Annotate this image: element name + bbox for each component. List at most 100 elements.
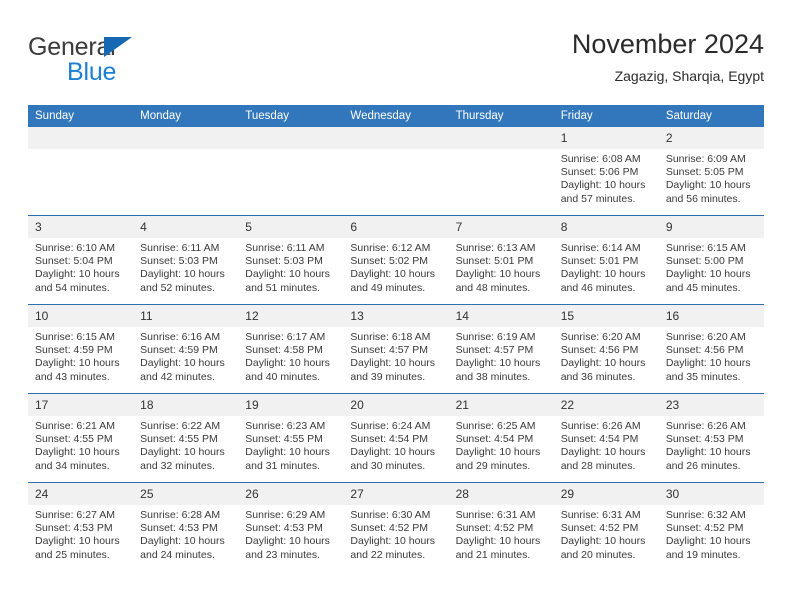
day-sun-info: Sunrise: 6:11 AM Sunset: 5:03 PM Daylight:…: [133, 238, 238, 295]
calendar-day-cell[interactable]: 18 Sunrise: 6:22 AM Sunset: 4:55 PM Dayligh…: [133, 393, 239, 483]
day-number: 15: [553, 305, 659, 327]
calendar-day-cell[interactable]: 28 Sunrise: 6:31 AM Sunset: 4:52 PM Dayligh…: [448, 482, 554, 571]
calendar-day-cell[interactable]: 7 Sunrise: 6:13 AM Sunset: 5:01 PM Daylight…: [448, 215, 554, 305]
calendar-day-cell[interactable]: 16 Sunrise: 6:20 AM Sunset: 4:56 PM Dayligh…: [658, 304, 764, 394]
daylight-text-line1: Daylight: 10 hours: [665, 535, 751, 548]
calendar-day-cell[interactable]: 2 Sunrise: 6:09 AM Sunset: 5:05 PM Daylight…: [658, 127, 764, 216]
day-number: 6: [343, 216, 449, 238]
day-number: 1: [553, 127, 659, 149]
sunrise-text: Sunrise: 6:16 AM: [140, 331, 221, 343]
calendar-day-cell[interactable]: 23 Sunrise: 6:26 AM Sunset: 4:53 PM Dayligh…: [658, 393, 764, 483]
sunset-text: Sunset: 4:53 PM: [140, 522, 218, 535]
sunrise-text: Sunrise: 6:10 AM: [35, 242, 115, 254]
calendar-day-cell[interactable]: 5 Sunrise: 6:11 AM Sunset: 5:03 PM Daylight…: [238, 215, 344, 305]
day-sun-info: Sunrise: 6:16 AM Sunset: 4:59 PM Daylight:…: [133, 327, 238, 384]
day-number: 9: [658, 216, 764, 238]
calendar-day-cell[interactable]: 6 Sunrise: 6:12 AM Sunset: 5:02 PM Daylight…: [343, 215, 449, 305]
sunset-text: Sunset: 5:03 PM: [245, 255, 323, 268]
sunset-text: Sunset: 5:01 PM: [560, 255, 639, 268]
calendar-table: Sunday Monday Tuesday Wednesday Thursday…: [28, 105, 764, 571]
day-sun-info: Sunrise: 6:28 AM Sunset: 4:53 PM Daylight:…: [133, 505, 238, 562]
daylight-text-line2: and 46 minutes.: [560, 281, 636, 294]
sunset-text: Sunset: 4:53 PM: [245, 522, 323, 535]
day-number: 20: [343, 394, 449, 416]
daylight-text-line1: Daylight: 10 hours: [350, 268, 436, 281]
day-number: 28: [448, 483, 554, 505]
day-sun-info: Sunrise: 6:17 AM Sunset: 4:58 PM Daylight:…: [238, 327, 343, 384]
calendar-day-cell[interactable]: 17 Sunrise: 6:21 AM Sunset: 4:55 PM Dayligh…: [28, 393, 134, 483]
daylight-text-line2: and 32 minutes.: [140, 459, 215, 472]
daylight-text-line2: and 35 minutes.: [665, 370, 741, 383]
sunrise-text: Sunrise: 6:23 AM: [245, 420, 326, 432]
daylight-text-line2: and 40 minutes.: [245, 370, 320, 383]
calendar-day-cell[interactable]: 3 Sunrise: 6:10 AM Sunset: 5:04 PM Daylight…: [28, 215, 134, 305]
calendar-day-cell[interactable]: 9 Sunrise: 6:15 AM Sunset: 5:00 PM Daylight…: [658, 215, 764, 305]
day-sun-info: Sunrise: 6:26 AM Sunset: 4:54 PM Daylight:…: [554, 416, 659, 473]
day-number: 25: [133, 483, 239, 505]
daylight-text-line1: Daylight: 10 hours: [140, 535, 225, 548]
calendar-day-cell[interactable]: 24 Sunrise: 6:27 AM Sunset: 4:53 PM Dayligh…: [28, 482, 134, 571]
daylight-text-line2: and 57 minutes.: [560, 192, 636, 205]
daylight-text-line1: Daylight: 10 hours: [665, 179, 751, 192]
daylight-text-line2: and 25 minutes.: [35, 548, 110, 561]
calendar-day-cell[interactable]: 20 Sunrise: 6:24 AM Sunset: 4:54 PM Dayligh…: [343, 393, 449, 483]
page-title: November 2024: [571, 29, 764, 59]
day-number: 17: [28, 394, 134, 416]
sunrise-text: Sunrise: 6:08 AM: [560, 153, 641, 165]
calendar-day-cell[interactable]: 10 Sunrise: 6:15 AM Sunset: 4:59 PM Dayligh…: [28, 304, 134, 394]
day-number: [238, 127, 344, 149]
daylight-text-line1: Daylight: 10 hours: [140, 357, 225, 370]
calendar-day-cell[interactable]: 25 Sunrise: 6:28 AM Sunset: 4:53 PM Dayligh…: [133, 482, 239, 571]
day-sun-info: Sunrise: 6:24 AM Sunset: 4:54 PM Daylight:…: [343, 416, 448, 473]
daylight-text-line1: Daylight: 10 hours: [350, 535, 436, 548]
calendar-day-cell[interactable]: 21 Sunrise: 6:25 AM Sunset: 4:54 PM Dayligh…: [448, 393, 554, 483]
calendar-day-cell[interactable]: 19 Sunrise: 6:23 AM Sunset: 4:55 PM Dayligh…: [238, 393, 344, 483]
calendar-page: General Blue November 2024 Zagazig, Shar…: [0, 0, 792, 612]
sunrise-text: Sunrise: 6:11 AM: [140, 242, 220, 254]
calendar-day-cell[interactable]: 29 Sunrise: 6:31 AM Sunset: 4:52 PM Dayligh…: [553, 482, 659, 571]
calendar-day-cell[interactable]: 1 Sunrise: 6:08 AM Sunset: 5:06 PM Daylight…: [553, 127, 659, 216]
daylight-text-line2: and 23 minutes.: [245, 548, 320, 561]
sunset-text: Sunset: 4:55 PM: [140, 433, 218, 446]
daylight-text-line2: and 26 minutes.: [665, 459, 741, 472]
calendar-day-cell[interactable]: 4 Sunrise: 6:11 AM Sunset: 5:03 PM Daylight…: [133, 215, 239, 305]
calendar-day-cell[interactable]: 14 Sunrise: 6:19 AM Sunset: 4:57 PM Dayligh…: [448, 304, 554, 394]
day-sun-info: Sunrise: 6:18 AM Sunset: 4:57 PM Daylight:…: [343, 327, 448, 384]
daylight-text-line2: and 22 minutes.: [350, 548, 426, 561]
sunrise-text: Sunrise: 6:15 AM: [665, 242, 746, 254]
calendar-day-cell[interactable]: 15 Sunrise: 6:20 AM Sunset: 4:56 PM Dayligh…: [553, 304, 659, 394]
sunset-text: Sunset: 4:59 PM: [140, 344, 218, 357]
calendar-day-cell[interactable]: 27 Sunrise: 6:30 AM Sunset: 4:52 PM Dayligh…: [343, 482, 449, 571]
calendar-day-cell[interactable]: 12 Sunrise: 6:17 AM Sunset: 4:58 PM Dayligh…: [238, 304, 344, 394]
sunrise-text: Sunrise: 6:25 AM: [455, 420, 536, 432]
sunrise-text: Sunrise: 6:22 AM: [140, 420, 221, 432]
daylight-text-line2: and 19 minutes.: [665, 548, 741, 561]
day-sun-info: Sunrise: 6:08 AM Sunset: 5:06 PM Daylight:…: [554, 149, 659, 206]
calendar-day-cell[interactable]: 22 Sunrise: 6:26 AM Sunset: 4:54 PM Dayligh…: [553, 393, 659, 483]
brand-logo[interactable]: General Blue: [28, 34, 258, 96]
day-number: 10: [28, 305, 134, 327]
sunset-text: Sunset: 4:55 PM: [245, 433, 323, 446]
sunrise-text: Sunrise: 6:26 AM: [560, 420, 641, 432]
calendar-week-row: 1 Sunrise: 6:08 AM Sunset: 5:06 PM Daylight…: [28, 127, 764, 216]
sunrise-text: Sunrise: 6:13 AM: [455, 242, 536, 254]
calendar-day-cell[interactable]: 30 Sunrise: 6:32 AM Sunset: 4:52 PM Dayligh…: [658, 482, 764, 571]
calendar-day-cell[interactable]: 8 Sunrise: 6:14 AM Sunset: 5:01 PM Daylight…: [553, 215, 659, 305]
day-sun-info: Sunrise: 6:26 AM Sunset: 4:53 PM Daylight:…: [659, 416, 764, 473]
calendar-day-cell[interactable]: 11 Sunrise: 6:16 AM Sunset: 4:59 PM Dayligh…: [133, 304, 239, 394]
day-sun-info: Sunrise: 6:13 AM Sunset: 5:01 PM Daylight:…: [449, 238, 554, 295]
day-sun-info: Sunrise: 6:20 AM Sunset: 4:56 PM Daylight:…: [659, 327, 764, 384]
calendar-day-cell-empty: [238, 127, 344, 216]
sunrise-text: Sunrise: 6:18 AM: [350, 331, 431, 343]
calendar-day-cell[interactable]: 26 Sunrise: 6:29 AM Sunset: 4:53 PM Dayligh…: [238, 482, 344, 571]
sunset-text: Sunset: 5:01 PM: [455, 255, 534, 268]
sunset-text: Sunset: 5:06 PM: [560, 166, 639, 179]
sunset-text: Sunset: 4:54 PM: [560, 433, 639, 446]
day-sun-info: Sunrise: 6:29 AM Sunset: 4:53 PM Daylight:…: [238, 505, 343, 562]
daylight-text-line2: and 24 minutes.: [140, 548, 215, 561]
daylight-text-line1: Daylight: 10 hours: [455, 268, 541, 281]
daylight-text-line1: Daylight: 10 hours: [665, 357, 751, 370]
sunset-text: Sunset: 4:54 PM: [455, 433, 534, 446]
sunset-text: Sunset: 4:55 PM: [35, 433, 113, 446]
calendar-day-cell[interactable]: 13 Sunrise: 6:18 AM Sunset: 4:57 PM Dayligh…: [343, 304, 449, 394]
